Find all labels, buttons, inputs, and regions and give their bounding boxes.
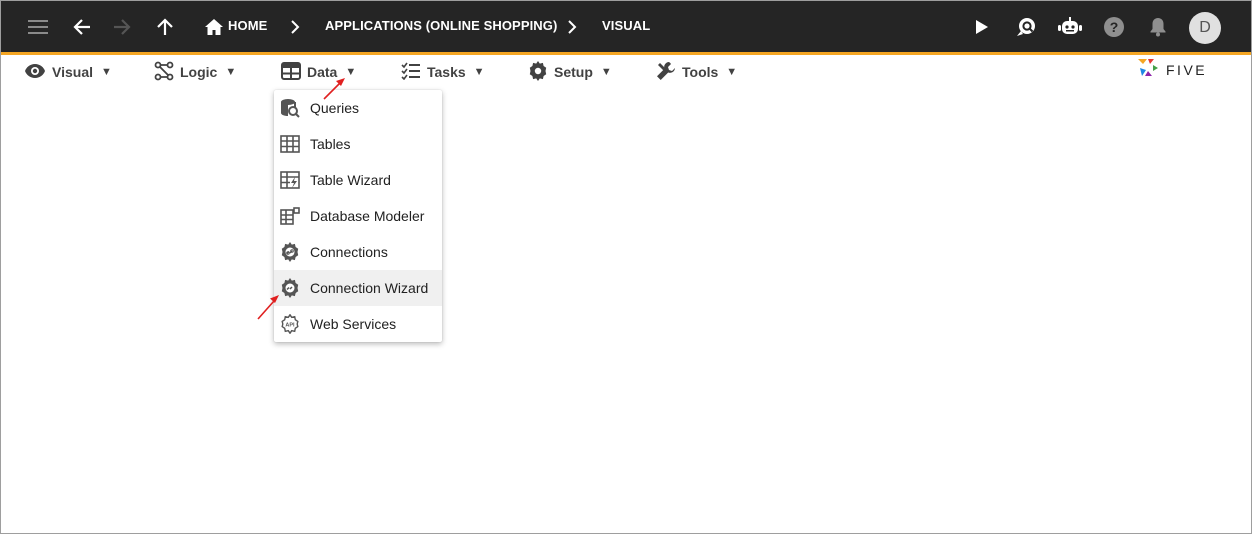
- play-icon[interactable]: [969, 14, 995, 40]
- five-logo: FIVE: [1136, 58, 1207, 82]
- up-arrow-icon[interactable]: [152, 14, 178, 40]
- menu-setup[interactable]: Setup ▼: [528, 60, 612, 84]
- menu-item-connection-wizard[interactable]: Connection Wizard: [274, 270, 442, 306]
- data-dropdown-menu: Queries Tables Table Wizard Database Mod…: [274, 90, 442, 342]
- five-logo-text: FIVE: [1166, 62, 1208, 78]
- menu-logic-label: Logic: [180, 64, 218, 80]
- five-logo-mark-icon: [1136, 56, 1160, 85]
- menu-tools-label: Tools: [682, 64, 719, 80]
- breadcrumb-visual[interactable]: VISUAL: [602, 18, 650, 33]
- gear-icon: [528, 60, 548, 84]
- wrench-icon: [656, 61, 676, 84]
- accent-line: [1, 52, 1251, 55]
- svg-text:API: API: [285, 322, 295, 328]
- menu-item-label: Database Modeler: [310, 208, 425, 224]
- svg-text:?: ?: [1110, 19, 1119, 35]
- chevron-right-icon: [282, 14, 308, 40]
- menu-item-connections[interactable]: Connections: [274, 234, 442, 270]
- chatbot-icon[interactable]: [1057, 14, 1083, 40]
- back-arrow-icon[interactable]: [69, 14, 95, 40]
- menu-tasks[interactable]: Tasks ▼: [401, 60, 485, 84]
- menu-visual-label: Visual: [52, 64, 93, 80]
- menu-logic[interactable]: Logic ▼: [154, 60, 236, 84]
- eye-icon: [24, 63, 46, 82]
- table-icon: [280, 134, 300, 154]
- notification-bell-icon[interactable]: [1145, 14, 1171, 40]
- caret-down-icon: ▼: [225, 66, 237, 78]
- flow-icon: [154, 61, 174, 84]
- menu-tasks-label: Tasks: [427, 64, 466, 80]
- menu-visual[interactable]: Visual ▼: [24, 60, 112, 84]
- user-avatar[interactable]: D: [1189, 12, 1221, 44]
- menu-item-tables[interactable]: Tables: [274, 126, 442, 162]
- caret-down-icon: ▼: [726, 66, 738, 78]
- table-grid-icon: [281, 61, 301, 83]
- top-bar: HOME APPLICATIONS (ONLINE SHOPPING) VISU…: [1, 1, 1251, 52]
- annotation-arrow-data: [323, 78, 345, 100]
- caret-down-icon: ▼: [600, 66, 612, 78]
- database-modeler-icon: [280, 206, 300, 226]
- help-icon[interactable]: ?: [1101, 14, 1127, 40]
- connections-gear-icon: [280, 242, 300, 262]
- chevron-right-icon: [559, 14, 585, 40]
- menu-item-database-modeler[interactable]: Database Modeler: [274, 198, 442, 234]
- database-search-icon: [280, 98, 300, 118]
- menu-tools[interactable]: Tools ▼: [656, 60, 737, 84]
- breadcrumb-home[interactable]: HOME: [228, 18, 267, 33]
- menu-item-label: Tables: [310, 136, 351, 152]
- menu-item-label: Connections: [310, 244, 388, 260]
- menu-item-queries[interactable]: Queries: [274, 90, 442, 126]
- caret-down-icon: ▼: [473, 66, 485, 78]
- menu-item-label: Web Services: [310, 316, 397, 332]
- home-icon[interactable]: [201, 14, 227, 40]
- checklist-icon: [401, 62, 421, 83]
- menu-setup-label: Setup: [554, 64, 593, 80]
- search-chat-icon[interactable]: [1013, 14, 1039, 40]
- menu-item-web-services[interactable]: API Web Services: [274, 306, 442, 342]
- annotation-arrow-connection-wizard: [257, 295, 279, 320]
- forward-arrow-icon[interactable]: [109, 14, 135, 40]
- hamburger-menu-icon[interactable]: [25, 14, 51, 40]
- breadcrumb-applications[interactable]: APPLICATIONS (ONLINE SHOPPING): [325, 18, 557, 33]
- caret-down-icon: ▼: [101, 66, 112, 78]
- menu-item-label: Table Wizard: [310, 172, 391, 188]
- menu-item-label: Connection Wizard: [310, 280, 429, 296]
- table-wizard-icon: [280, 170, 300, 190]
- menu-item-table-wizard[interactable]: Table Wizard: [274, 162, 442, 198]
